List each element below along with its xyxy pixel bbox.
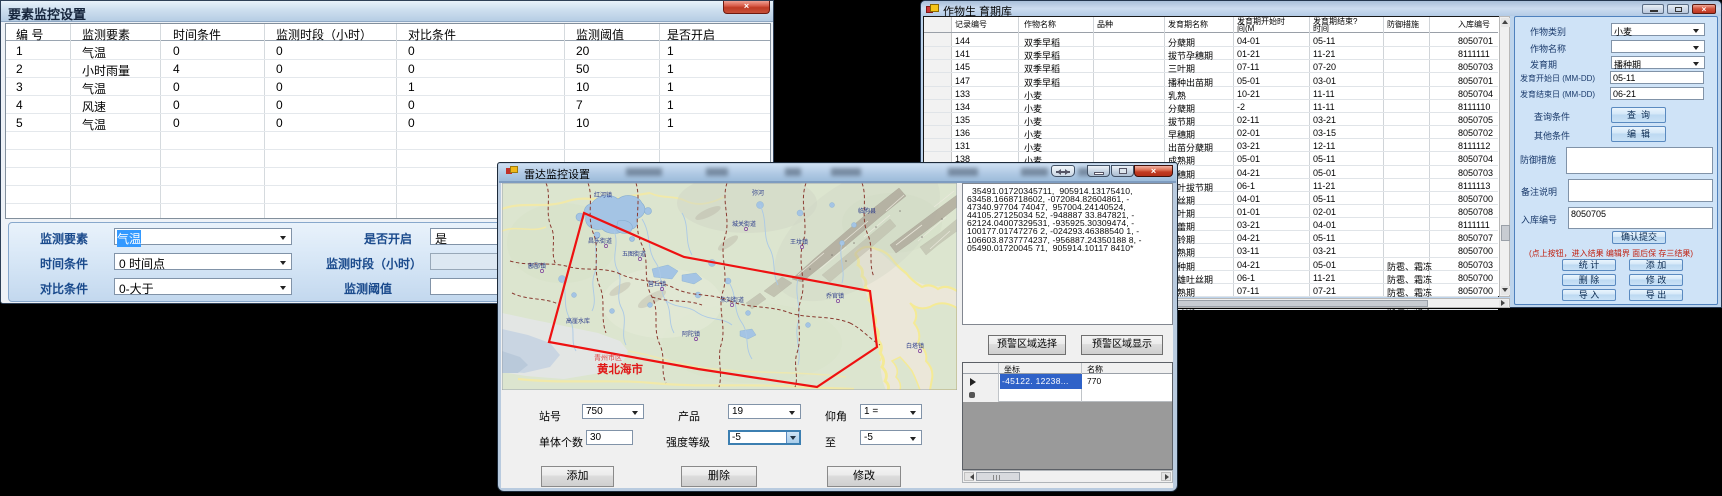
svg-text:乔官镇: 乔官镇: [826, 292, 844, 300]
svg-text:鄌郚镇: 鄌郚镇: [528, 262, 546, 270]
svg-text:朱刘街道: 朱刘街道: [720, 296, 744, 304]
svg-text:王坟镇: 王坟镇: [790, 238, 808, 246]
svg-text:红河镇: 红河镇: [594, 191, 612, 199]
svg-text:五图街道: 五图街道: [622, 250, 646, 258]
svg-text:高崖水库: 高崖水库: [566, 317, 590, 325]
svg-text:阿陀镇: 阿陀镇: [682, 330, 700, 338]
svg-text:昌乐街道: 昌乐街道: [588, 237, 612, 245]
svg-text:弥河: 弥河: [752, 189, 764, 197]
svg-text:临朐县: 临朐县: [858, 207, 876, 215]
svg-text:城关街道: 城关街道: [732, 220, 756, 228]
svg-text:营丘镇: 营丘镇: [648, 280, 666, 288]
svg-text:青州市区: 青州市区: [594, 353, 622, 362]
svg-text:白塔镇: 白塔镇: [906, 342, 924, 350]
svg-text:黄北海市: 黄北海市: [597, 362, 643, 376]
